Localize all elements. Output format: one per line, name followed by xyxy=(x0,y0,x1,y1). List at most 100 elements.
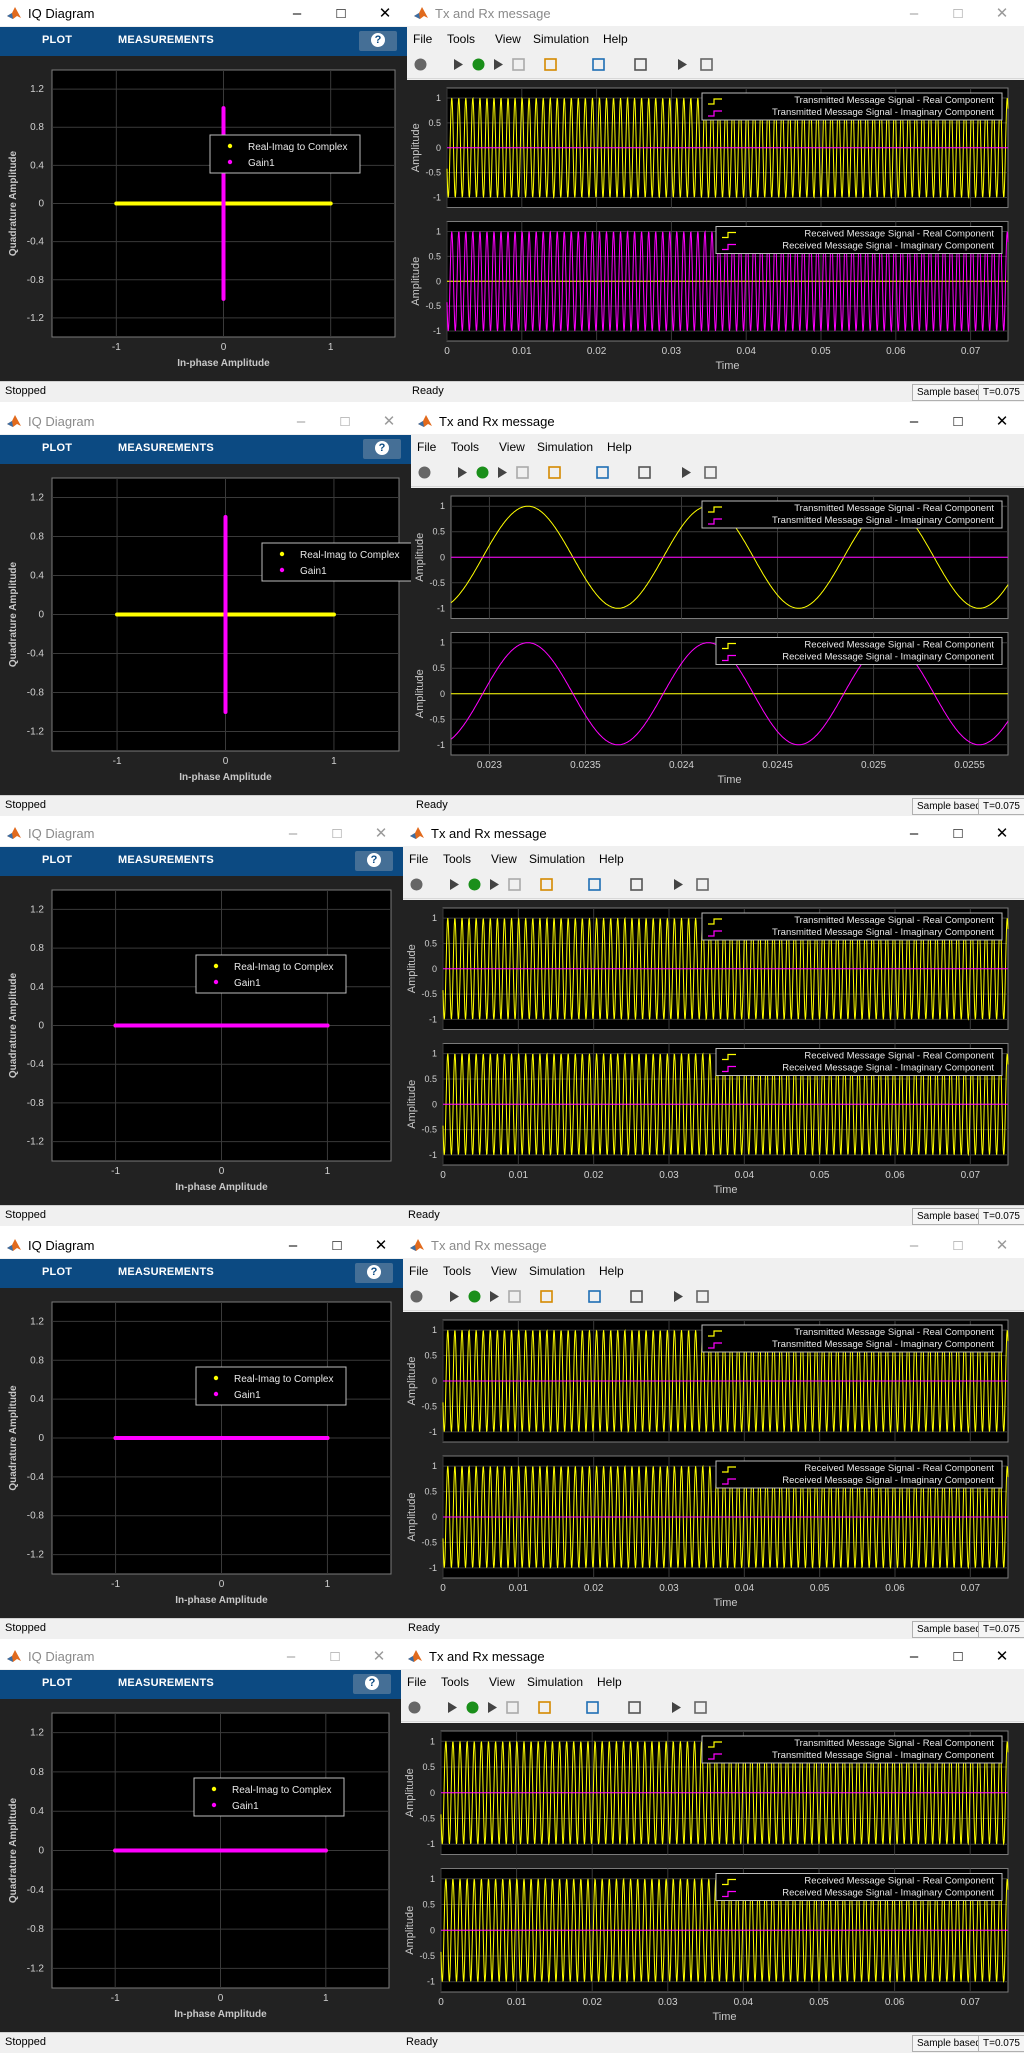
iq-legend[interactable]: Real-Imag to Complex Gain1 xyxy=(261,542,411,582)
scope-maximize-button,□[interactable]: □ xyxy=(936,0,980,26)
cursor-icon[interactable] xyxy=(675,57,690,72)
scope-titlebar[interactable]: Tx and Rx message – □ ✕ xyxy=(403,820,1024,846)
step-forward-icon[interactable] xyxy=(495,465,510,480)
iq-titlebar[interactable]: IQ Diagram – □ ✕ xyxy=(0,820,403,846)
menu-help[interactable]: Help xyxy=(599,1264,624,1278)
tab-measurements[interactable]: MEASUREMENTS xyxy=(118,854,214,866)
iq-close-button,✕[interactable]: ✕ xyxy=(367,408,411,434)
iq-close-button,✕[interactable]: ✕ xyxy=(359,820,403,846)
scope-minimize-button,–[interactable]: – xyxy=(892,408,936,434)
stop-icon[interactable] xyxy=(515,465,530,480)
scope-legend[interactable]: Transmitted Message Signal - Real Compon… xyxy=(701,1324,1003,1353)
tab-measurements[interactable]: MEASUREMENTS xyxy=(118,1266,214,1278)
stop-icon[interactable] xyxy=(505,1700,520,1715)
help-button[interactable]: ? xyxy=(359,31,397,51)
scope-maximize-button,□[interactable]: □ xyxy=(936,820,980,846)
scope-close-button,✕[interactable]: ✕ xyxy=(980,408,1024,434)
zoom-icon[interactable] xyxy=(585,1700,600,1715)
tab-plot[interactable]: PLOT xyxy=(42,854,72,866)
run-icon[interactable] xyxy=(467,1289,482,1304)
iq-maximize-button,□[interactable]: □ xyxy=(323,408,367,434)
step-back-icon[interactable] xyxy=(447,877,462,892)
iq-legend[interactable]: Real-Imag to Complex Gain1 xyxy=(209,134,361,174)
step-forward-icon[interactable] xyxy=(491,57,506,72)
fit-icon[interactable] xyxy=(629,877,644,892)
tab-plot[interactable]: PLOT xyxy=(42,1677,72,1689)
menu-tools[interactable]: Tools xyxy=(447,32,475,46)
iq-close-button,✕[interactable]: ✕ xyxy=(363,0,407,26)
scope-maximize-button,□[interactable]: □ xyxy=(936,408,980,434)
stop-icon[interactable] xyxy=(511,57,526,72)
scope-minimize-button,–[interactable]: – xyxy=(892,1232,936,1258)
settings-icon[interactable] xyxy=(407,1700,422,1715)
tab-measurements[interactable]: MEASUREMENTS xyxy=(118,442,214,454)
menu-file[interactable]: File xyxy=(409,852,428,866)
iq-maximize-button,□[interactable]: □ xyxy=(319,0,363,26)
fit-icon[interactable] xyxy=(637,465,652,480)
help-button[interactable]: ? xyxy=(355,851,393,871)
style-icon[interactable] xyxy=(699,57,714,72)
menu-tools[interactable]: Tools xyxy=(443,1264,471,1278)
menu-simulation[interactable]: Simulation xyxy=(529,1264,585,1278)
scope-titlebar[interactable]: Tx and Rx message – □ ✕ xyxy=(403,1232,1024,1258)
iq-titlebar[interactable]: IQ Diagram – □ ✕ xyxy=(0,1232,403,1258)
step-back-icon[interactable] xyxy=(445,1700,460,1715)
menu-view[interactable]: View xyxy=(489,1675,515,1689)
cursor-icon[interactable] xyxy=(671,1289,686,1304)
scope-maximize-button,□[interactable]: □ xyxy=(936,1643,980,1669)
iq-legend[interactable]: Real-Imag to Complex Gain1 xyxy=(193,1777,345,1817)
scope-legend[interactable]: Transmitted Message Signal - Real Compon… xyxy=(701,1735,1003,1764)
highlight-icon[interactable] xyxy=(547,465,562,480)
menu-file[interactable]: File xyxy=(417,440,436,454)
scope-minimize-button,–[interactable]: – xyxy=(892,820,936,846)
menu-view[interactable]: View xyxy=(499,440,525,454)
iq-maximize-button,□[interactable]: □ xyxy=(313,1643,357,1669)
iq-legend[interactable]: Real-Imag to Complex Gain1 xyxy=(195,1366,347,1406)
zoom-icon[interactable] xyxy=(587,1289,602,1304)
settings-icon[interactable] xyxy=(409,877,424,892)
menu-tools[interactable]: Tools xyxy=(441,1675,469,1689)
step-forward-icon[interactable] xyxy=(485,1700,500,1715)
menu-help[interactable]: Help xyxy=(597,1675,622,1689)
style-icon[interactable] xyxy=(703,465,718,480)
scope-legend[interactable]: Received Message Signal - Real Component… xyxy=(715,1048,1003,1076)
scope-close-button,✕[interactable]: ✕ xyxy=(980,1643,1024,1669)
settings-icon[interactable] xyxy=(413,57,428,72)
iq-titlebar[interactable]: IQ Diagram – □ ✕ xyxy=(0,1643,401,1669)
step-forward-icon[interactable] xyxy=(487,877,502,892)
menu-simulation[interactable]: Simulation xyxy=(537,440,593,454)
scope-legend[interactable]: Transmitted Message Signal - Real Compon… xyxy=(701,500,1003,529)
zoom-icon[interactable] xyxy=(587,877,602,892)
fit-icon[interactable] xyxy=(627,1700,642,1715)
scope-legend[interactable]: Transmitted Message Signal - Real Compon… xyxy=(701,912,1003,941)
menu-help[interactable]: Help xyxy=(599,852,624,866)
cursor-icon[interactable] xyxy=(669,1700,684,1715)
scope-titlebar[interactable]: Tx and Rx message – □ ✕ xyxy=(407,0,1024,26)
step-back-icon[interactable] xyxy=(451,57,466,72)
zoom-icon[interactable] xyxy=(591,57,606,72)
iq-close-button,✕[interactable]: ✕ xyxy=(357,1643,401,1669)
iq-maximize-button,□[interactable]: □ xyxy=(315,1232,359,1258)
menu-view[interactable]: View xyxy=(491,852,517,866)
zoom-icon[interactable] xyxy=(595,465,610,480)
tab-plot[interactable]: PLOT xyxy=(42,442,72,454)
scope-minimize-button,–[interactable]: – xyxy=(892,0,936,26)
step-forward-icon[interactable] xyxy=(487,1289,502,1304)
highlight-icon[interactable] xyxy=(539,1289,554,1304)
scope-legend[interactable]: Received Message Signal - Real Component… xyxy=(715,1460,1003,1489)
style-icon[interactable] xyxy=(695,1289,710,1304)
iq-maximize-button,□[interactable]: □ xyxy=(315,820,359,846)
menu-file[interactable]: File xyxy=(407,1675,426,1689)
tab-plot[interactable]: PLOT xyxy=(42,34,72,46)
tab-measurements[interactable]: MEASUREMENTS xyxy=(118,1677,214,1689)
scope-titlebar[interactable]: Tx and Rx message – □ ✕ xyxy=(401,1643,1024,1669)
scope-close-button,✕[interactable]: ✕ xyxy=(980,1232,1024,1258)
run-icon[interactable] xyxy=(465,1700,480,1715)
scope-titlebar[interactable]: Tx and Rx message – □ ✕ xyxy=(411,408,1024,434)
menu-help[interactable]: Help xyxy=(607,440,632,454)
stop-icon[interactable] xyxy=(507,1289,522,1304)
menu-tools[interactable]: Tools xyxy=(451,440,479,454)
menu-view[interactable]: View xyxy=(491,1264,517,1278)
help-button[interactable]: ? xyxy=(353,1674,391,1694)
stop-icon[interactable] xyxy=(507,877,522,892)
